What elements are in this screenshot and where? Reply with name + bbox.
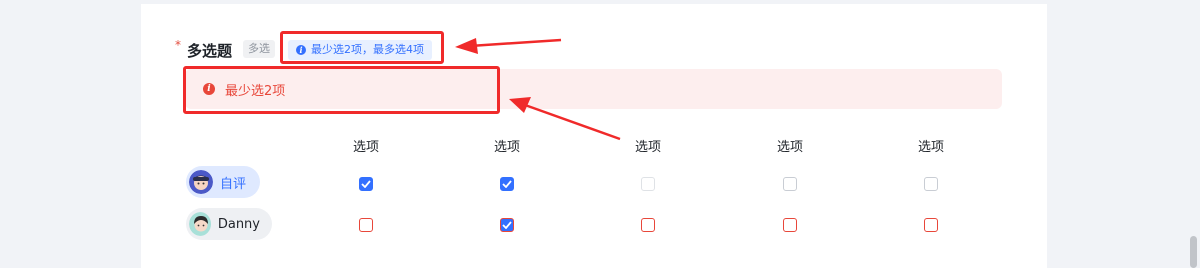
row-user-chip-danny: Danny [186,208,272,240]
avatar [189,170,213,194]
checkmark-icon [502,221,512,229]
annotation-arrows [455,38,621,141]
option-checkbox[interactable] [359,177,373,191]
column-header: 选项 [493,140,520,155]
option-checkbox[interactable] [924,218,938,232]
option-checkbox[interactable] [783,218,797,232]
row-user-chip-self: 自评 [186,166,260,198]
option-checkbox[interactable] [500,177,514,191]
option-checkbox[interactable] [924,177,938,191]
annotation-arrow-hint [455,38,562,54]
column-header: 选项 [917,140,944,155]
option-checkbox[interactable] [359,218,373,232]
option-checkbox[interactable] [500,218,514,232]
avatar [189,212,211,236]
scrollbar-thumb[interactable] [1190,236,1197,268]
option-checkbox [641,177,655,191]
column-header: 选项 [776,140,803,155]
checkmark-icon [361,180,371,188]
checkmark-icon [502,180,512,188]
row-label: 自评 [220,176,247,192]
column-header: 选项 [352,140,379,155]
column-header: 选项 [634,140,661,155]
option-checkbox[interactable] [783,177,797,191]
row-label: Danny [217,216,260,232]
option-checkbox[interactable] [641,218,655,232]
annotation-arrow-error [509,97,621,141]
